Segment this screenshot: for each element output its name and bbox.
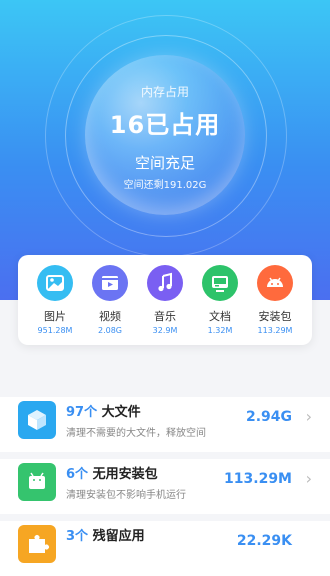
image-icon [37,265,73,301]
category-name: 文档 [209,310,231,323]
cleanup-title: 97个 大文件 [66,401,141,420]
cleanup-name: 无用安装包 [92,467,158,482]
category-music[interactable]: 音乐 32.9M [137,265,193,335]
category-size: 2.08G [97,326,122,335]
cleanup-desc: 清理不需要的大文件，释放空间 [66,428,206,439]
cleanup-item-apks[interactable]: 6个 无用安装包 清理安装包不影响手机运行 113.29M › [0,459,330,514]
category-apks[interactable]: 安装包 113.29M [247,265,303,335]
memory-used: 16已占用 [109,111,221,139]
cleanup-amount: 113.29M [224,471,292,487]
category-size: 951.28M [37,326,73,335]
cube-icon [18,401,56,439]
cleanup-amount: 2.94G [245,409,292,425]
android-icon [257,265,293,301]
memory-status: 空间充足 [134,154,195,172]
chevron-right-icon: › [305,469,312,488]
category-card: 图片 951.28M 视频 2.08G 音乐 32.9M 文档 1.32M 安装… [18,255,312,345]
category-documents[interactable]: 文档 1.32M [192,265,248,335]
category-name: 视频 [99,310,121,323]
chevron-right-icon: › [305,407,312,426]
cleanup-amount: 22.29K [236,533,292,549]
category-size: 113.29M [257,326,293,335]
memory-remaining: 空间还剩191.02G [123,180,207,191]
cleanup-item-residual-apps[interactable]: 3个 残留应用 22.29K [0,521,330,576]
cleanup-count: 6个 [66,467,89,482]
category-name: 音乐 [154,310,176,323]
category-size: 1.32M [207,326,233,335]
cleanup-count: 97个 [66,405,98,420]
cleanup-desc: 清理安装包不影响手机运行 [66,490,186,501]
puzzle-icon [18,525,56,563]
video-icon [92,265,128,301]
category-images[interactable]: 图片 951.28M [27,265,83,335]
category-name: 安装包 [258,310,292,323]
cleanup-title: 6个 无用安装包 [66,463,158,482]
music-icon [147,265,183,301]
cleanup-item-large-files[interactable]: 97个 大文件 清理不需要的大文件，释放空间 2.94G › [0,397,330,452]
category-name: 图片 [44,310,66,323]
memory-label: 内存占用 [140,85,189,99]
cleanup-title: 3个 残留应用 [66,525,145,544]
cleanup-count: 3个 [66,529,89,544]
document-icon [202,265,238,301]
cleanup-name: 大文件 [101,405,141,420]
category-videos[interactable]: 视频 2.08G [82,265,138,335]
android-icon [18,463,56,501]
cleanup-list: 97个 大文件 清理不需要的大文件，释放空间 2.94G › 6个 无用安装包 … [0,385,330,576]
category-size: 32.9M [152,326,178,335]
cleanup-name: 残留应用 [92,529,145,544]
